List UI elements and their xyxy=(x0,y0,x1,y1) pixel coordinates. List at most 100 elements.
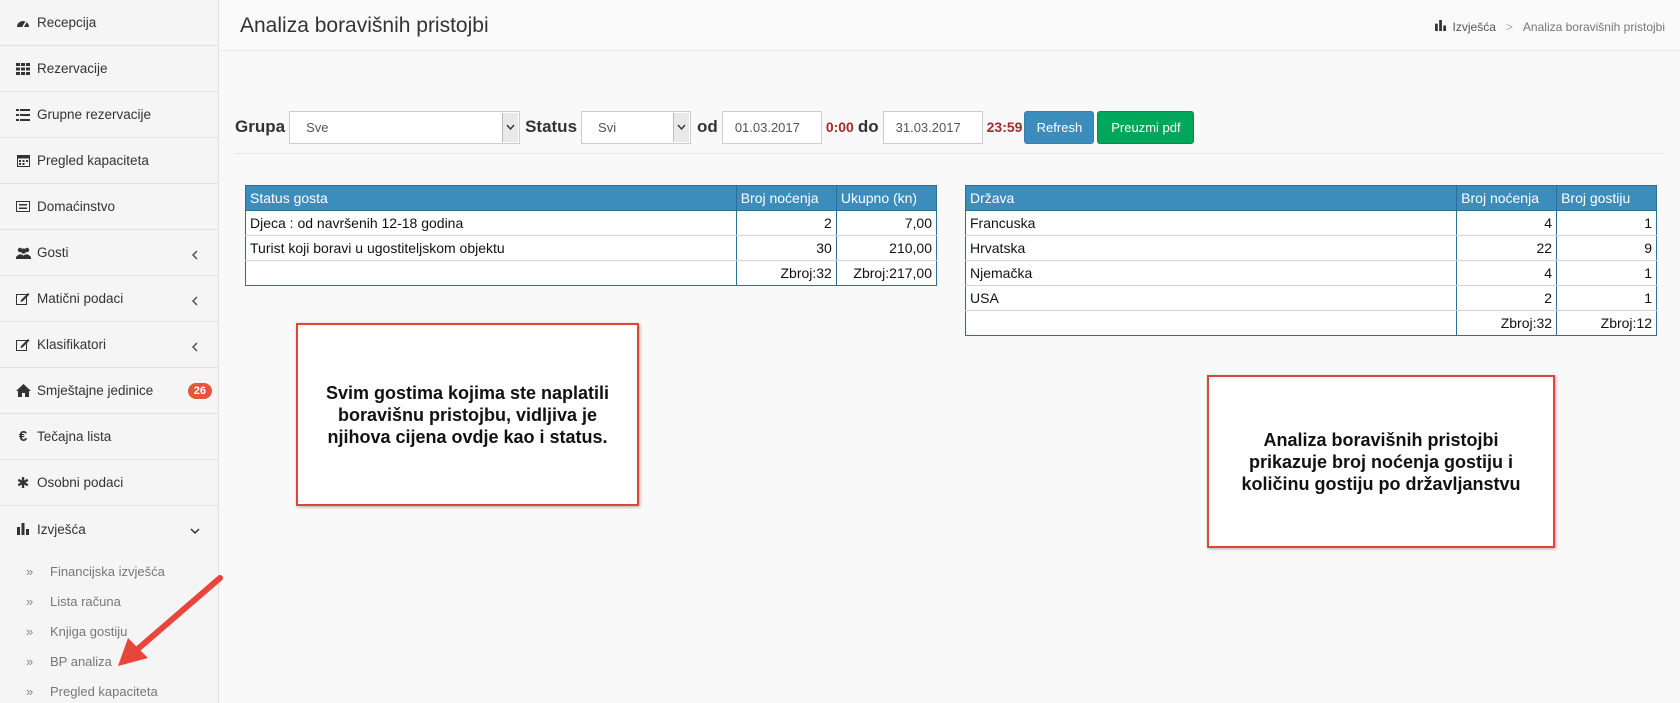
sidebar-item-tecajna-lista[interactable]: € Tečajna lista xyxy=(0,414,218,460)
table-cell: 1 xyxy=(1556,210,1657,236)
od-label: od xyxy=(697,117,718,136)
sidebar-item-label: Izvješća xyxy=(37,521,86,537)
table-row: Turist koji boravi u ugostiteljskom obje… xyxy=(245,235,938,261)
column-header: Status gosta xyxy=(245,185,737,211)
table-cell xyxy=(964,310,1458,336)
sidebar-item-izvjesca[interactable]: Izvješća xyxy=(0,506,218,552)
sidebar-item-label: Gosti xyxy=(37,245,69,260)
users-icon xyxy=(15,245,31,261)
status-select[interactable]: Svi xyxy=(581,110,692,144)
double-chevron-right-icon: » xyxy=(26,623,34,639)
table-cell: 7,00 xyxy=(835,210,938,236)
table-cell: 4 xyxy=(1456,210,1558,236)
table-cell: Hrvatska xyxy=(964,235,1458,261)
annotation-arrow xyxy=(118,575,223,666)
column-header: Broj noćenja xyxy=(1456,185,1558,211)
chevron-down-icon xyxy=(502,112,519,142)
double-chevron-right-icon: » xyxy=(26,563,34,579)
bar-chart-icon xyxy=(15,521,31,537)
grupa-label: Grupa xyxy=(235,117,286,136)
list-icon xyxy=(15,107,31,123)
callout-text: Svim gostima kojima ste naplatili boravi… xyxy=(325,382,610,447)
edit-icon xyxy=(15,337,31,353)
sidebar-item-label: Domaćinstvo xyxy=(37,199,116,214)
sidebar-item-gosti[interactable]: Gosti xyxy=(0,230,218,276)
date-from-value: 01.03.2017 xyxy=(734,119,800,135)
calendar-icon xyxy=(15,153,31,169)
home-icon xyxy=(15,383,31,399)
download-pdf-button[interactable]: Preuzmi pdf xyxy=(1097,110,1195,144)
page-title: Analiza boravišnih pristojbi xyxy=(240,14,489,37)
sidebar-item-klasifikatori[interactable]: Klasifikatori xyxy=(0,322,218,368)
submenu-item-pregled-kapaciteta[interactable]: » Pregled kapaciteta xyxy=(0,676,218,703)
filter-bar: Grupa Sve Status Svi od 01.03.2017 0:00 … xyxy=(235,110,1195,144)
table-cell: 30 xyxy=(735,235,837,261)
breadcrumb-separator: > xyxy=(1505,20,1513,34)
sidebar-item-label: Recepcija xyxy=(37,15,97,30)
table-cell: Zbroj:12 xyxy=(1556,310,1657,336)
table-cell: 9 xyxy=(1556,235,1657,261)
table-cell: USA xyxy=(964,285,1458,311)
table-cell: 4 xyxy=(1456,260,1558,286)
date-to-input[interactable]: 31.03.2017 xyxy=(882,110,983,144)
submenu-item-label: BP analiza xyxy=(50,653,112,669)
table-cell: Zbroj:32 xyxy=(735,260,837,286)
grupa-select[interactable]: Sve xyxy=(289,110,521,144)
sidebar-item-label: Matični podaci xyxy=(37,291,124,306)
count-badge: 26 xyxy=(187,382,212,399)
table-cell: Francuska xyxy=(964,210,1458,236)
double-chevron-right-icon: » xyxy=(26,593,34,609)
table-row: Hrvatska 22 9 xyxy=(964,235,1657,261)
sidebar-item-label: Tečajna lista xyxy=(37,429,112,444)
bar-chart-icon xyxy=(1434,20,1447,34)
sidebar-item-label: Rezervacije xyxy=(37,61,108,76)
sidebar-item-domacinstvo[interactable]: Domaćinstvo xyxy=(0,184,218,230)
breadcrumb: Izvješća > Analiza boravišnih pristojbi xyxy=(1434,20,1665,34)
chevron-down-icon xyxy=(673,112,690,142)
table-cell: Zbroj:32 xyxy=(1456,310,1558,336)
double-chevron-right-icon: » xyxy=(26,653,34,669)
annotation-callout-right: Analiza boravišnih pristojbi prikazuje b… xyxy=(1207,375,1555,548)
table-total-row: Zbroj:32 Zbroj:217,00 xyxy=(245,260,938,286)
divider xyxy=(235,153,1665,154)
breadcrumb-root[interactable]: Izvješća xyxy=(1453,20,1496,34)
edit-icon xyxy=(15,291,31,307)
euro-icon: € xyxy=(18,428,28,445)
sidebar-item-label: Grupne rezervacije xyxy=(37,107,152,122)
sidebar-item-label: Pregled kapaciteta xyxy=(37,153,149,168)
table-row: Francuska 4 1 xyxy=(964,210,1657,236)
refresh-button[interactable]: Refresh xyxy=(1024,110,1095,144)
date-from-input[interactable]: 01.03.2017 xyxy=(721,110,822,144)
table-cell: 2 xyxy=(1456,285,1558,311)
column-header: Broj noćenja xyxy=(735,185,837,211)
sidebar-item-smjestajne-jedinice[interactable]: Smještajne jedinice 26 xyxy=(0,368,218,414)
sidebar-item-pregled-kapaciteta[interactable]: Pregled kapaciteta xyxy=(0,138,218,184)
chevron-left-icon xyxy=(190,340,200,352)
table-total-row: Zbroj:32 Zbroj:12 xyxy=(964,310,1657,336)
table-cell: Djeca : od navršenih 12-18 godina xyxy=(245,210,737,236)
breadcrumb-current: Analiza boravišnih pristojbi xyxy=(1522,20,1665,34)
grid-icon xyxy=(15,61,31,77)
sidebar-item-grupne-rezervacije[interactable]: Grupne rezervacije xyxy=(0,92,218,138)
table-cell: Njemačka xyxy=(964,260,1458,286)
sidebar-item-recepcija[interactable]: Recepcija xyxy=(0,0,218,46)
table-cell: 1 xyxy=(1556,260,1657,286)
table-cell: 22 xyxy=(1456,235,1558,261)
status-label: Status xyxy=(525,117,578,136)
table-row: Njemačka 4 1 xyxy=(964,260,1657,286)
column-header: Država xyxy=(964,185,1458,211)
sidebar-item-osobni-podaci[interactable]: ✱ Osobni podaci xyxy=(0,460,218,506)
chevron-left-icon xyxy=(190,294,200,306)
asterisk-icon: ✱ xyxy=(16,474,30,492)
table-cell: 210,00 xyxy=(835,235,938,261)
callout-text: Analiza boravišnih pristojbi prikazuje b… xyxy=(1241,429,1521,494)
time-from: 0:00 xyxy=(825,119,854,135)
time-to: 23:59 xyxy=(986,119,1023,135)
column-header: Ukupno (kn) xyxy=(835,185,938,211)
sidebar-item-rezervacije[interactable]: Rezervacije xyxy=(0,46,218,92)
table-header-row: Država Broj noćenja Broj gostiju xyxy=(964,185,1657,211)
sidebar-item-label: Osobni podaci xyxy=(37,475,124,490)
do-label: do xyxy=(857,117,879,136)
sidebar-item-label: Smještajne jedinice xyxy=(37,383,154,398)
sidebar-item-maticni-podaci[interactable]: Matični podaci xyxy=(0,276,218,322)
